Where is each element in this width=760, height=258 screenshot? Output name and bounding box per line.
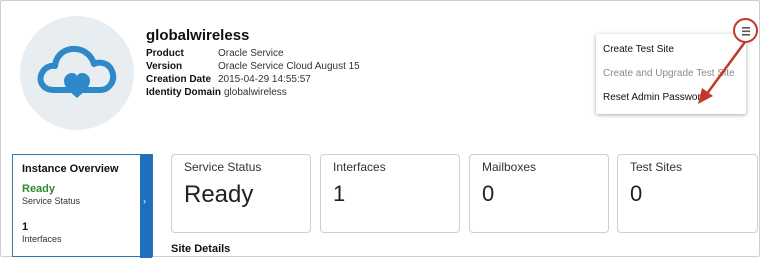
red-arrow-annotation (698, 41, 747, 104)
cloud-heart-icon (37, 45, 117, 98)
detail-label: Identity Domain (146, 87, 222, 98)
service-status-card: Service Status Ready (171, 154, 311, 233)
detail-value: globalwireless (224, 87, 287, 98)
mailboxes-card: Mailboxes 0 (469, 154, 609, 233)
overview-interfaces-label: Interfaces (22, 234, 62, 244)
instance-overview-panel[interactable]: Instance Overview Ready Service Status 1… (12, 154, 153, 258)
detail-row-identity-domain: Identity Domain globalwireless (146, 86, 360, 99)
overview-collapse-tab[interactable]: › (140, 155, 152, 258)
service-name: globalwireless (146, 27, 250, 44)
detail-value: Oracle Service (218, 48, 284, 59)
overview-status-value: Ready (22, 183, 56, 195)
overview-status-label: Service Status (22, 196, 81, 206)
interfaces-card: Interfaces 1 (320, 154, 460, 233)
card-value: 0 (630, 181, 643, 206)
detail-row-version: Version Oracle Service Cloud August 15 (146, 60, 360, 73)
site-details-heading: Site Details (171, 243, 231, 255)
hamburger-menu-icon (742, 27, 750, 36)
card-label: Interfaces (333, 160, 386, 174)
test-sites-card: Test Sites 0 (617, 154, 758, 233)
card-label: Mailboxes (482, 160, 537, 174)
service-details: Product Oracle Service Version Oracle Se… (146, 47, 360, 99)
menu-item-create-test-site[interactable]: Create Test Site (603, 44, 674, 55)
detail-label: Product (146, 48, 184, 59)
card-label: Test Sites (630, 160, 683, 174)
chevron-right-icon: › (143, 196, 146, 206)
detail-label: Version (146, 61, 183, 72)
card-value: 0 (482, 181, 495, 206)
card-label: Service Status (184, 160, 262, 174)
card-value: 1 (333, 181, 346, 206)
detail-row-creation-date: Creation Date 2015-04-29 14:55:57 (146, 73, 360, 86)
detail-label: Creation Date (146, 74, 212, 85)
service-logo (20, 16, 134, 130)
detail-value: 2015-04-29 14:55:57 (218, 74, 311, 85)
card-value: Ready (184, 181, 254, 208)
detail-value: Oracle Service Cloud August 15 (218, 61, 360, 72)
detail-row-product: Product Oracle Service (146, 47, 360, 60)
overview-title: Instance Overview (22, 163, 119, 175)
overview-interfaces-value: 1 (22, 221, 29, 233)
